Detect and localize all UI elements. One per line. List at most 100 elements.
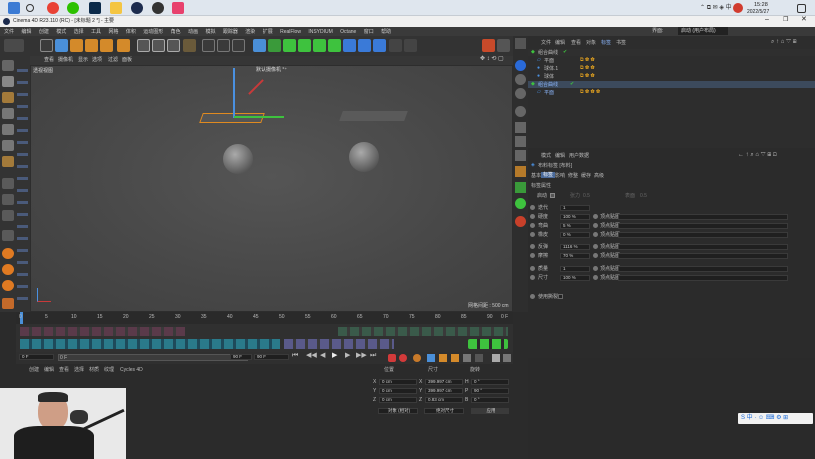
key-rot-icon[interactable] <box>451 354 459 362</box>
mass-dot[interactable] <box>530 266 535 271</box>
stiffness-dot[interactable] <box>530 214 535 219</box>
render-view-icon[interactable] <box>202 39 215 52</box>
rubber-dot[interactable] <box>530 232 535 237</box>
object-row[interactable]: ▱ 平面 ⧉ ✿ ✿ ✿ <box>528 89 815 96</box>
octane-icon[interactable] <box>2 264 14 275</box>
viewport-menu-panel[interactable]: 面板 <box>122 57 132 63</box>
cloner-icon[interactable] <box>313 39 326 52</box>
friction-map-dot[interactable] <box>593 253 598 258</box>
strip-icon-3[interactable] <box>515 74 526 85</box>
next-key-icon[interactable]: ▶▶ <box>356 352 367 359</box>
mm-menu-view[interactable]: 查看 <box>59 367 69 373</box>
tension-value[interactable]: 0.5 <box>583 193 590 199</box>
x-size-field[interactable]: 399.997 cm <box>425 379 463 385</box>
solo-icon[interactable] <box>2 194 14 205</box>
object-visibility-icon[interactable]: ✔ <box>570 81 574 87</box>
viewport-menu-camera[interactable]: 摄像机 <box>58 57 73 63</box>
generator-icon[interactable] <box>298 39 311 52</box>
friction-map-field[interactable] <box>618 253 788 259</box>
rubber-map-field[interactable] <box>618 232 788 238</box>
coordinate-system-icon[interactable] <box>183 39 196 52</box>
menu-realflow[interactable]: RealFlow <box>280 29 301 35</box>
object-tags[interactable]: ⧉ ✿ ✿ <box>580 73 595 79</box>
rubber-map-dot[interactable] <box>593 232 598 237</box>
om-tab-view[interactable]: 查看 <box>571 40 581 46</box>
prev-frame-icon[interactable]: ◀ <box>320 352 325 359</box>
photoshop-icon[interactable] <box>89 2 101 14</box>
undo-icon[interactable] <box>4 39 24 52</box>
flexion-map-dot[interactable] <box>593 223 598 228</box>
strip-icon-4[interactable] <box>515 88 526 99</box>
menu-octane[interactable]: Octane <box>340 29 356 35</box>
am-subtab-cache[interactable]: 缓存 <box>581 173 591 179</box>
tree-icon[interactable] <box>515 182 526 193</box>
folder-icon[interactable] <box>110 2 122 14</box>
bounce-dot[interactable] <box>530 244 535 249</box>
ime-toolbar[interactable]: S 中 · ☺ ⌨ ⚙ ⊞ <box>738 413 813 424</box>
scale-icon[interactable] <box>70 39 83 52</box>
stiffness-map-dot[interactable] <box>593 214 598 219</box>
minimize-button[interactable]: – <box>765 16 769 23</box>
selected-plane[interactable] <box>199 113 265 123</box>
om-search-icons[interactable]: ⌕ ↑ ⌂ ▽ ⊞ <box>771 39 797 45</box>
search-icon[interactable] <box>26 4 34 12</box>
size-field[interactable]: 100 % <box>560 275 590 281</box>
snap-icon[interactable] <box>2 178 14 189</box>
x-axis-icon[interactable] <box>137 39 150 52</box>
object-row[interactable]: ◆ 组合曲线 ✔ <box>528 49 815 56</box>
mm-menu-material[interactable]: 材质 <box>89 367 99 373</box>
texture-mode-icon[interactable] <box>2 76 14 87</box>
use-tear-checkbox[interactable] <box>558 294 563 299</box>
mm-menu-edit[interactable]: 编辑 <box>44 367 54 373</box>
prev-key-icon[interactable]: ◀◀ <box>306 352 317 359</box>
strip-icon-11[interactable] <box>515 198 526 209</box>
gizmo-z-axis[interactable] <box>248 79 264 95</box>
subdivision-icon[interactable] <box>283 39 296 52</box>
key-point-icon[interactable] <box>475 354 483 362</box>
h-rotation-field[interactable]: 0 ° <box>471 379 509 385</box>
viewport-menu-display[interactable]: 显示 <box>78 57 88 63</box>
frame-range-slider[interactable] <box>58 354 248 361</box>
gizmo-x-axis[interactable] <box>234 116 284 118</box>
menu-character[interactable]: 角色 <box>171 29 181 35</box>
render-picture-viewer-icon[interactable] <box>217 39 230 52</box>
friction-field[interactable]: 70 % <box>560 253 590 259</box>
timeline-ruler[interactable]: 0 5 10 15 20 25 30 35 40 45 50 55 60 65 … <box>16 312 513 324</box>
iterations-field[interactable]: 1 <box>560 205 590 211</box>
menu-mograph[interactable]: 运动图形 <box>143 29 163 35</box>
object-row[interactable]: ● 球体 ⧉ ✿ ✿ <box>528 73 815 80</box>
am-subtab-tag[interactable]: 标签 <box>541 172 556 178</box>
camera-icon[interactable] <box>389 39 402 52</box>
live-select-icon[interactable] <box>40 39 53 52</box>
menu-edit[interactable]: 编辑 <box>21 29 31 35</box>
size-dot[interactable] <box>530 275 535 280</box>
chrome-icon[interactable] <box>47 2 59 14</box>
mass-map-dot[interactable] <box>593 266 598 271</box>
strip-icon-6[interactable] <box>515 122 526 133</box>
octane-live-icon[interactable] <box>482 39 495 52</box>
workplane-icon[interactable] <box>2 210 14 221</box>
size-map-field[interactable] <box>618 275 788 281</box>
notification-badge[interactable] <box>733 3 743 13</box>
bounce-map-dot[interactable] <box>593 244 598 249</box>
end-frame-field-a[interactable]: 90 F <box>230 354 252 360</box>
autokey-icon[interactable] <box>399 354 407 362</box>
flexion-dot[interactable] <box>530 223 535 228</box>
close-button[interactable]: ✕ <box>801 16 807 23</box>
enable-checkbox[interactable] <box>550 193 555 198</box>
bounce-field[interactable]: 1116 % <box>560 244 590 250</box>
size-map-dot[interactable] <box>593 275 598 280</box>
octane-settings-icon[interactable] <box>497 39 510 52</box>
menu-help[interactable]: 帮助 <box>381 29 391 35</box>
b-rotation-field[interactable]: 0 ° <box>471 397 509 403</box>
om-tab-file[interactable]: 文件 <box>541 40 551 46</box>
axis-mode-icon[interactable] <box>2 156 14 167</box>
rotate-icon[interactable] <box>85 39 98 52</box>
polygon-mode-icon[interactable] <box>2 108 14 119</box>
mm-menu-texture[interactable]: 纹理 <box>104 367 114 373</box>
flexion-map-field[interactable] <box>618 223 788 229</box>
plugin-icon[interactable] <box>2 298 14 309</box>
model-mode-icon[interactable] <box>2 92 14 103</box>
y-axis-icon[interactable] <box>152 39 165 52</box>
am-tab-mode[interactable]: 模式 <box>541 153 551 159</box>
